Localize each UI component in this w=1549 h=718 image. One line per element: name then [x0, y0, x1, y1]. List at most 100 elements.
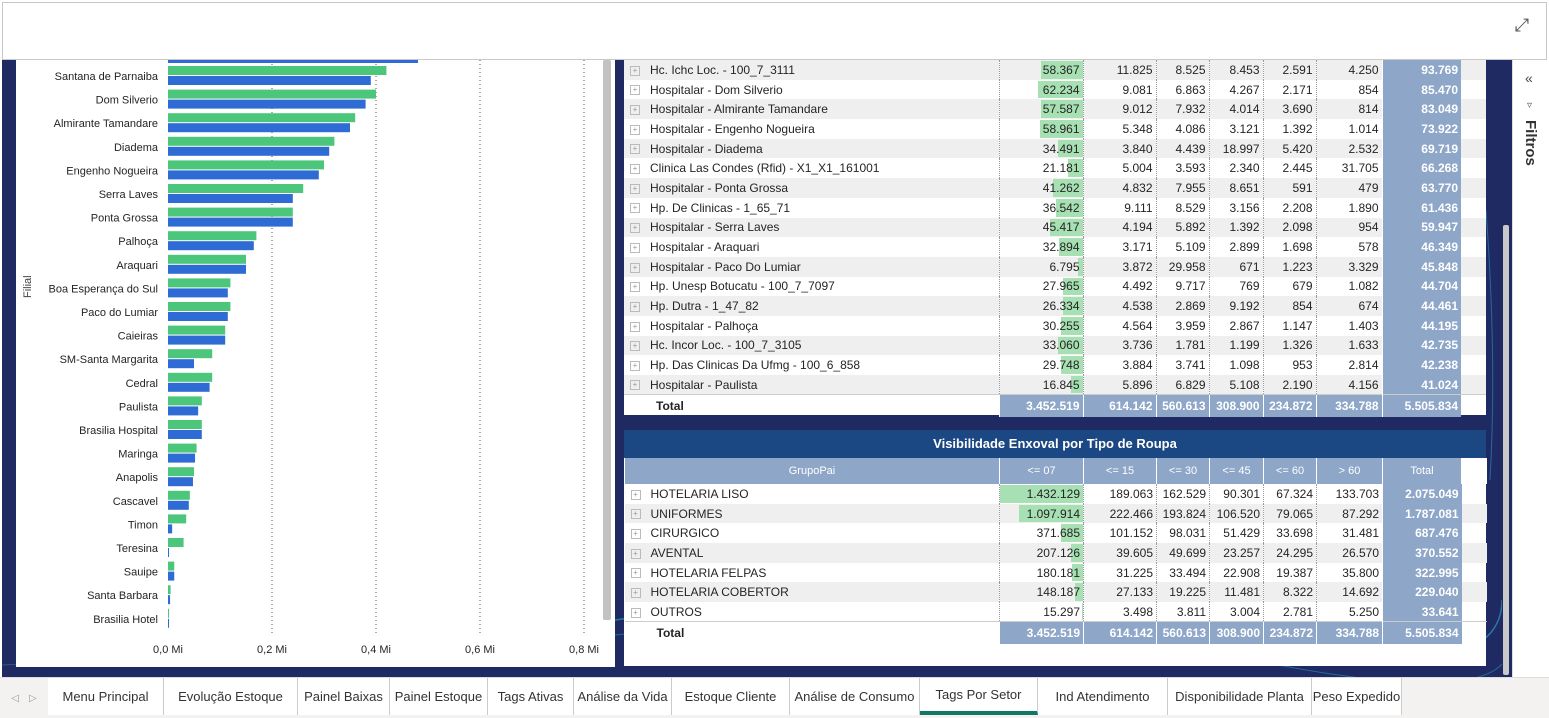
bar[interactable]	[168, 99, 366, 109]
expand-row-icon[interactable]: +	[630, 105, 640, 116]
bar[interactable]	[168, 325, 226, 335]
bar[interactable]	[168, 170, 319, 180]
chart-scrollbar[interactable]	[603, 60, 611, 620]
column-header[interactable]: > 60	[1316, 458, 1383, 484]
bar[interactable]	[168, 160, 324, 170]
bar[interactable]	[168, 288, 228, 298]
bar[interactable]	[168, 217, 293, 227]
tab-painel-baixas[interactable]: Painel Baixas	[298, 678, 390, 715]
bar[interactable]	[168, 477, 193, 487]
table-row[interactable]: + Hospitalar - Palhoça 30.255 4.564 3.959 2.8…	[624, 315, 1486, 336]
column-header[interactable]: <= 60	[1263, 458, 1317, 484]
tab-tags-por-setor[interactable]: Tags Por Setor	[920, 678, 1038, 715]
bar[interactable]	[168, 443, 197, 453]
bar[interactable]	[168, 372, 213, 382]
column-header[interactable]: Total	[1382, 458, 1462, 484]
table-row[interactable]: + UNIFORMES 1.097.914 222.466 193.824 106.520…	[624, 503, 1487, 524]
table-row[interactable]: + Hospitalar - Diadema 34.491 3.840 4.439 18.…	[624, 138, 1486, 159]
expand-row-icon[interactable]: +	[630, 341, 640, 352]
tab-painel-estoque[interactable]: Painel Estoque	[390, 678, 488, 715]
bar[interactable]	[168, 406, 199, 416]
column-header[interactable]: <= 15	[1083, 458, 1157, 484]
bar[interactable]	[168, 524, 173, 534]
bar[interactable]	[168, 194, 293, 203]
expand-row-icon[interactable]: +	[630, 321, 640, 332]
bar[interactable]	[168, 66, 387, 75]
bar[interactable]	[168, 467, 194, 477]
expand-row-icon[interactable]: +	[630, 183, 640, 194]
bar[interactable]	[168, 241, 254, 251]
table-row[interactable]: + Hospitalar - Ponta Grossa 41.262 4.832 7.9…	[624, 178, 1486, 198]
table-row[interactable]: + Hp. Das Clinicas Da Ufmg - 100_6_858 29.…	[624, 355, 1486, 375]
table-row[interactable]: + CIRURGICO 371.685 101.152 98.031 51.429 33.6…	[625, 523, 1487, 544]
bar[interactable]	[168, 302, 231, 311]
bar[interactable]	[168, 146, 330, 156]
bar[interactable]	[168, 500, 189, 510]
column-header[interactable]: <= 45	[1209, 458, 1264, 484]
expand-row-icon[interactable]: +	[630, 588, 641, 599]
bar[interactable]	[168, 585, 171, 595]
bar[interactable]	[168, 382, 210, 392]
bar[interactable]	[168, 618, 170, 628]
bar[interactable]	[168, 335, 226, 345]
tab-prev-icon[interactable]: ◁	[11, 693, 19, 704]
bar[interactable]	[168, 430, 202, 439]
table-row[interactable]: + Hp. De Clinicas - 1_65_71 36.542 9.111 8.5…	[624, 197, 1486, 218]
bar[interactable]	[168, 113, 356, 123]
column-header[interactable]: <= 30	[1156, 458, 1210, 484]
expand-row-icon[interactable]: +	[630, 164, 640, 175]
bar[interactable]	[168, 359, 194, 369]
bar[interactable]	[168, 89, 376, 99]
bar[interactable]	[168, 453, 196, 463]
table-row[interactable]: + OUTROS 15.297 3.498 3.811 3.004 2.781 5.250 33…	[625, 602, 1487, 622]
bar[interactable]	[168, 136, 335, 146]
bar[interactable]	[168, 595, 171, 605]
collapse-filters-icon[interactable]: «	[1525, 70, 1533, 86]
expand-row-icon[interactable]: +	[630, 301, 640, 312]
tab-disponibilidade-planta[interactable]: Disponibilidade Planta	[1168, 678, 1312, 715]
expand-row-icon[interactable]: +	[630, 65, 640, 76]
expand-row-icon[interactable]: +	[630, 548, 641, 559]
page-scrollbar-thumb[interactable]	[1503, 225, 1509, 675]
expand-row-icon[interactable]: +	[630, 568, 641, 579]
table-row[interactable]: + Hospitalar - Almirante Tamandare 57.587 9…	[624, 99, 1486, 120]
bar[interactable]	[168, 538, 184, 547]
column-header[interactable]: GrupoPai	[624, 458, 1000, 484]
table-row[interactable]: + Hospitalar - Araquari 32.894 3.171 5.109 2.…	[624, 237, 1486, 257]
table-row[interactable]: + Hp. Dutra - 1_47_82 26.334 4.538 2.869 9.19…	[624, 296, 1486, 316]
bar[interactable]	[168, 571, 175, 581]
expand-row-icon[interactable]: +	[630, 360, 640, 371]
bar[interactable]	[168, 123, 350, 133]
tab-next-icon[interactable]: ▷	[29, 693, 37, 704]
table-row[interactable]: + HOTELARIA FELPAS 180.181 31.225 33.494 22.9…	[625, 562, 1487, 583]
table-row[interactable]: + Hospitalar - Paco Do Lumiar 6.795 3.872 29…	[624, 256, 1486, 277]
bar[interactable]	[168, 207, 293, 217]
table-row[interactable]: + Hospitalar - Serra Laves 45.417 4.194 5.89…	[624, 217, 1486, 238]
bar[interactable]	[168, 561, 175, 571]
table-row[interactable]: + HOTELARIA LISO 1.432.129 189.063 162.529 90…	[625, 484, 1487, 504]
expand-row-icon[interactable]: +	[630, 380, 640, 391]
expand-row-icon[interactable]: +	[630, 529, 641, 540]
tab-an-lise-de-consumo[interactable]: Análise de Consumo	[790, 678, 920, 715]
expand-row-icon[interactable]: +	[630, 489, 641, 500]
tab-menu-principal[interactable]: Menu Principal	[48, 678, 164, 715]
expand-row-icon[interactable]: +	[630, 124, 640, 135]
table-row[interactable]: + AVENTAL 207.126 39.605 49.699 23.257 24.295 2…	[624, 543, 1487, 563]
expand-row-icon[interactable]: +	[630, 242, 640, 253]
bar[interactable]	[168, 514, 187, 524]
table-row[interactable]: + Clinica Las Condes (Rfid) - X1_X1_16100…	[624, 158, 1486, 179]
tab-an-lise-da-vida[interactable]: Análise da Vida	[574, 678, 672, 715]
table-row[interactable]: + Hospitalar - Paulista 16.845 5.896 6.829 5.…	[624, 375, 1486, 395]
expand-row-icon[interactable]: +	[630, 85, 640, 96]
expand-row-icon[interactable]: +	[630, 144, 640, 155]
table-row[interactable]: + Hospitalar - Dom Silverio 62.234 9.081 6.8…	[624, 79, 1486, 100]
expand-row-icon[interactable]: +	[630, 203, 640, 214]
bar[interactable]	[168, 420, 202, 429]
tab-peso-expedido[interactable]: Peso Expedido	[1312, 678, 1402, 715]
expand-row-icon[interactable]: +	[630, 262, 640, 273]
expand-row-icon[interactable]: +	[630, 223, 640, 234]
tab-ind-atendimento[interactable]: Ind Atendimento	[1038, 678, 1168, 715]
bar[interactable]	[168, 254, 246, 264]
filters-pane[interactable]: « ▿ Filtros	[1512, 60, 1549, 677]
bar[interactable]	[168, 278, 231, 288]
